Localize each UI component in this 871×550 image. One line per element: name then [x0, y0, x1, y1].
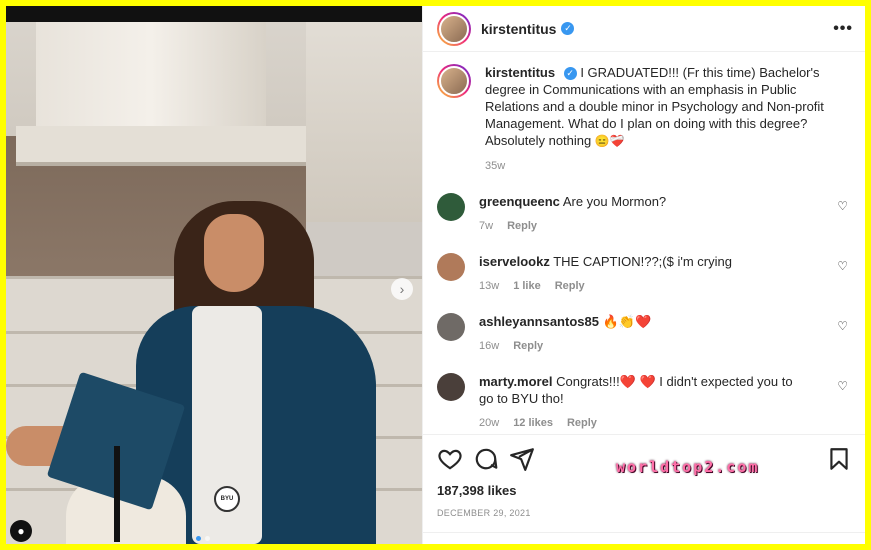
user-tag-icon[interactable]: ●: [10, 520, 32, 542]
photo-top-bar: [6, 6, 422, 22]
comment-item: greenqueenc Are you Mormon? 7w Reply ♡: [437, 193, 852, 235]
comment-meta: 16w Reply: [479, 338, 799, 355]
comment-body: marty.morel Congrats!!!❤️ ❤️ I didn't ex…: [479, 373, 799, 432]
comment-icon[interactable]: [473, 446, 499, 472]
post-date[interactable]: DECEMBER 29, 2021: [437, 508, 852, 518]
comment-time[interactable]: 13w: [479, 280, 499, 292]
comment-body: greenqueenc Are you Mormon? 7w Reply: [479, 193, 799, 235]
comment-meta: 7w Reply: [479, 218, 799, 235]
comment-time[interactable]: 7w: [479, 220, 493, 232]
photo-pillar: [36, 22, 266, 132]
caption-time[interactable]: 35w: [485, 160, 505, 172]
comments-list: kirstentitus ✓ I GRADUATED!!! (Fr this t…: [423, 52, 865, 434]
comment-username[interactable]: greenqueenc: [479, 194, 560, 209]
commenter-avatar[interactable]: [437, 373, 465, 401]
comment-body: iservelookz THE CAPTION!??;($ i'm crying…: [479, 253, 799, 295]
caption-meta: 35w: [485, 158, 840, 175]
photo-face: [204, 214, 264, 292]
watermark: worldtop2.com: [616, 458, 760, 476]
heart-icon[interactable]: [437, 446, 463, 472]
comment-username[interactable]: iservelookz: [479, 254, 550, 269]
comment-meta: 20w 12 likes Reply: [479, 415, 799, 432]
author-username[interactable]: kirstentitus: [481, 21, 556, 37]
like-comment-heart-icon[interactable]: ♡: [837, 379, 848, 393]
instagram-post-frame: BYU › ● kirstentitus ✓ ••• kirstentitus …: [6, 6, 865, 544]
carousel-dot-active: [196, 536, 201, 541]
seal-text: BYU: [220, 496, 234, 502]
post-caption: kirstentitus ✓ I GRADUATED!!! (Fr this t…: [437, 64, 852, 175]
like-comment-heart-icon[interactable]: ♡: [837, 199, 848, 213]
post-actions: 187,398 likes DECEMBER 29, 2021: [423, 434, 865, 518]
reply-button[interactable]: Reply: [567, 417, 597, 429]
comment-username[interactable]: ashleyannsantos85: [479, 314, 599, 329]
comment-time[interactable]: 16w: [479, 340, 499, 352]
likes-count[interactable]: 187,398 likes: [437, 483, 852, 498]
comment-likes[interactable]: 1 like: [513, 280, 541, 292]
chevron-right-icon: ›: [399, 281, 405, 297]
commenter-avatar[interactable]: [437, 253, 465, 281]
photo-pillar-base: [16, 126, 306, 166]
share-icon[interactable]: [509, 446, 535, 472]
verified-icon: ✓: [563, 67, 577, 81]
reply-button[interactable]: Reply: [513, 340, 543, 352]
comment-time[interactable]: 20w: [479, 417, 499, 429]
reply-button[interactable]: Reply: [507, 220, 537, 232]
carousel-dots: [196, 536, 210, 541]
comment-likes[interactable]: 12 likes: [513, 417, 553, 429]
verified-icon: ✓: [561, 22, 575, 35]
caption-author-avatar[interactable]: [437, 64, 471, 98]
comment-text: Are you Mormon?: [562, 194, 667, 209]
carousel-dot: [205, 536, 210, 541]
comment-text: THE CAPTION!??;($ i'm crying: [553, 254, 732, 269]
next-photo-button[interactable]: ›: [391, 278, 413, 300]
more-options-icon[interactable]: •••: [833, 20, 853, 38]
commenter-avatar[interactable]: [437, 313, 465, 341]
caption-emojis: 😑❤️‍🩹: [594, 134, 625, 148]
like-comment-heart-icon[interactable]: ♡: [837, 259, 848, 273]
caption-username[interactable]: kirstentitus: [485, 65, 555, 80]
photo-seal: BYU: [214, 486, 240, 512]
reply-button[interactable]: Reply: [555, 280, 585, 292]
comment-username[interactable]: marty.morel: [479, 374, 552, 389]
bookmark-icon[interactable]: [826, 446, 852, 472]
photo-side-wall: [306, 22, 422, 222]
photo-tassel: [114, 446, 120, 542]
comment-item: marty.morel Congrats!!!❤️ ❤️ I didn't ex…: [437, 373, 852, 432]
comment-meta: 13w 1 like Reply: [479, 278, 799, 295]
commenter-avatar[interactable]: [437, 193, 465, 221]
caption-body: kirstentitus ✓ I GRADUATED!!! (Fr this t…: [485, 64, 840, 175]
like-comment-heart-icon[interactable]: ♡: [837, 319, 848, 333]
person-icon: ●: [17, 524, 25, 538]
post-header: kirstentitus ✓ •••: [423, 6, 865, 52]
add-comment-bar: [423, 532, 865, 544]
post-photo[interactable]: BYU › ●: [6, 6, 422, 544]
author-avatar[interactable]: [437, 11, 471, 46]
comment-item: iservelookz THE CAPTION!??;($ i'm crying…: [437, 253, 852, 295]
comment-text: 🔥👏❤️: [602, 314, 652, 329]
comment-body: ashleyannsantos85 🔥👏❤️ 16w Reply: [479, 313, 799, 355]
comment-item: ashleyannsantos85 🔥👏❤️ 16w Reply ♡: [437, 313, 852, 355]
